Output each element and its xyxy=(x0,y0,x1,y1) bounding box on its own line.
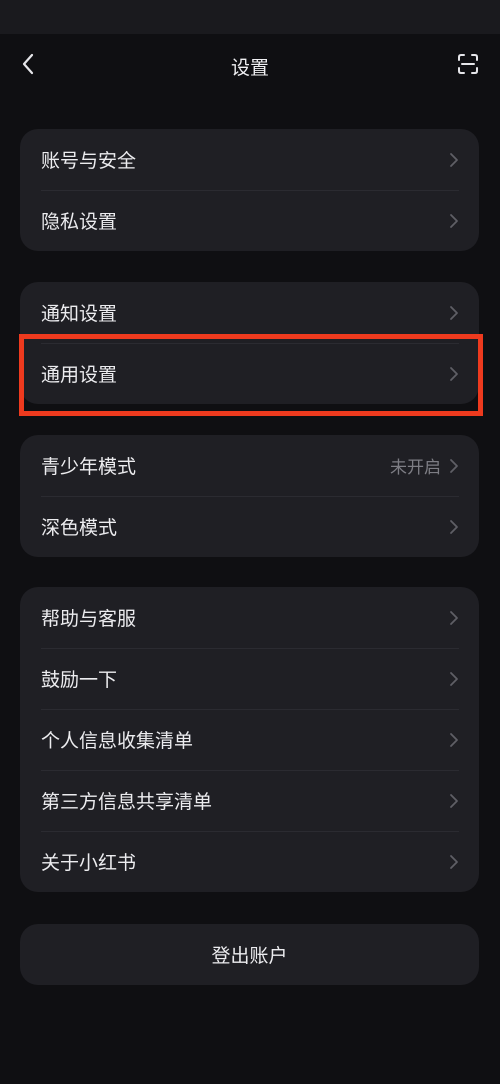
chevron-right-icon xyxy=(449,671,459,687)
logout-label: 登出账户 xyxy=(211,945,288,967)
settings-item-account-security[interactable]: 账号与安全 xyxy=(20,129,479,190)
scan-icon xyxy=(456,52,480,80)
settings-item-help[interactable]: 帮助与客服 xyxy=(20,587,479,648)
settings-item-label: 第三方信息共享清单 xyxy=(41,791,213,813)
settings-item-label: 帮助与客服 xyxy=(41,608,137,630)
settings-group-account: 账号与安全 隐私设置 xyxy=(20,129,479,251)
settings-group-about: 帮助与客服 鼓励一下 个人信息收集清单 第三方信息共享清单 关于小红书 xyxy=(20,587,479,892)
settings-item-dark-mode[interactable]: 深色模式 xyxy=(20,496,479,557)
settings-item-label: 鼓励一下 xyxy=(41,669,118,691)
chevron-right-icon xyxy=(449,213,459,229)
settings-item-label: 青少年模式 xyxy=(41,456,137,478)
settings-item-label: 关于小红书 xyxy=(41,852,137,874)
chevron-right-icon xyxy=(449,152,459,168)
page-title: 设置 xyxy=(230,57,269,79)
logout-button[interactable]: 登出账户 xyxy=(20,924,479,985)
chevron-right-icon xyxy=(449,519,459,535)
settings-item-label: 通知设置 xyxy=(41,303,118,325)
settings-item-label: 账号与安全 xyxy=(41,150,137,172)
chevron-right-icon xyxy=(449,610,459,626)
settings-item-label: 通用设置 xyxy=(41,364,118,386)
settings-item-label: 个人信息收集清单 xyxy=(41,730,194,752)
settings-group-notifications: 通知设置 通用设置 xyxy=(20,282,479,404)
teen-mode-status: 未开启 xyxy=(390,458,441,478)
settings-item-third-party-list[interactable]: 第三方信息共享清单 xyxy=(20,770,479,831)
chevron-right-icon xyxy=(449,458,459,474)
chevron-right-icon xyxy=(449,793,459,809)
settings-item-label: 深色模式 xyxy=(41,517,118,539)
chevron-right-icon xyxy=(449,366,459,382)
top-nav-bar: 设置 xyxy=(0,34,500,98)
settings-item-label: 隐私设置 xyxy=(41,211,118,233)
scan-button[interactable] xyxy=(452,50,484,82)
settings-group-modes: 青少年模式 未开启 深色模式 xyxy=(20,435,479,557)
settings-item-about[interactable]: 关于小红书 xyxy=(20,831,479,892)
settings-item-privacy[interactable]: 隐私设置 xyxy=(20,190,479,251)
settings-item-teen-mode[interactable]: 青少年模式 未开启 xyxy=(20,435,479,496)
settings-item-notifications[interactable]: 通知设置 xyxy=(20,282,479,343)
status-bar xyxy=(0,0,500,34)
settings-item-personal-info-list[interactable]: 个人信息收集清单 xyxy=(20,709,479,770)
settings-item-general[interactable]: 通用设置 xyxy=(20,343,479,404)
chevron-right-icon xyxy=(449,305,459,321)
chevron-right-icon xyxy=(449,732,459,748)
chevron-right-icon xyxy=(449,854,459,870)
settings-item-encourage[interactable]: 鼓励一下 xyxy=(20,648,479,709)
